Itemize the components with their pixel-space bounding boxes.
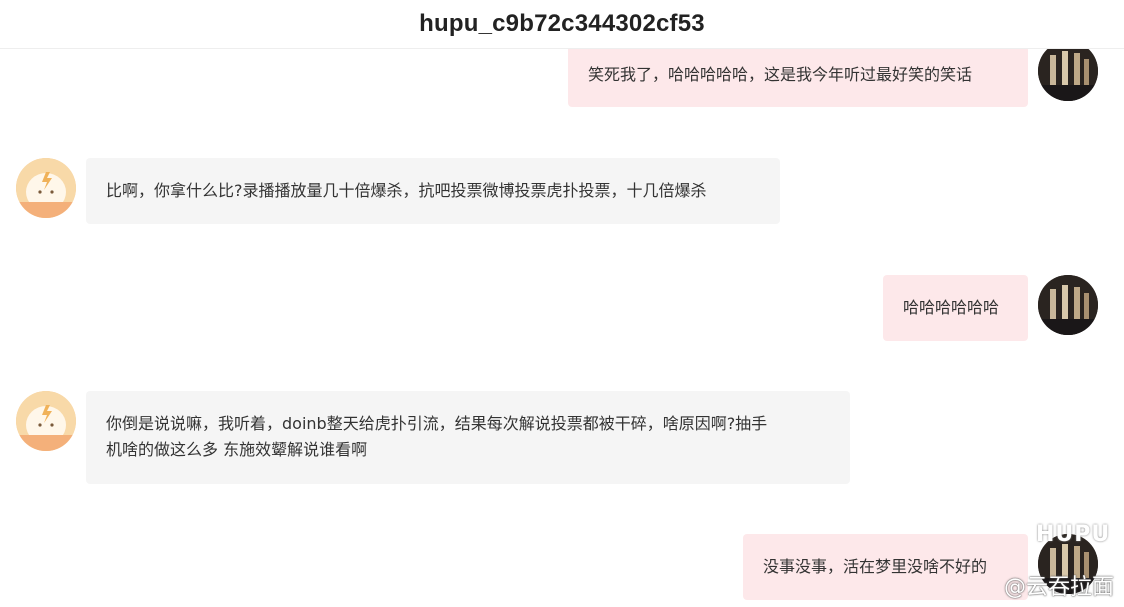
message-bubble-self: 笑死我了，哈哈哈哈哈，这是我今年听过最好笑的笑话	[568, 40, 1028, 107]
author-watermark: @云吞拉面	[1003, 575, 1114, 600]
user-avatar[interactable]	[1038, 41, 1098, 101]
message-text: 比啊，你拿什么比?录播播放量几十倍爆杀，抗吧投票微博投票虎扑投票，十几倍爆杀	[106, 181, 707, 200]
user-avatar[interactable]	[1038, 275, 1098, 335]
contact-avatar-image	[16, 391, 76, 451]
message-text: 笑死我了，哈哈哈哈哈，这是我今年听过最好笑的笑话	[588, 65, 973, 84]
contact-avatar-image	[16, 158, 76, 218]
message-bubble-self: 没事没事，活在梦里没啥不好的	[743, 534, 1028, 600]
chat-title: hupu_c9b72c344302cf53	[419, 10, 705, 37]
chat-header: hupu_c9b72c344302cf53	[0, 0, 1124, 49]
contact-avatar[interactable]	[16, 158, 76, 218]
message-bubble-other: 比啊，你拿什么比?录播播放量几十倍爆杀，抗吧投票微博投票虎扑投票，十几倍爆杀	[86, 158, 780, 224]
user-avatar-image	[1038, 275, 1098, 335]
message-bubble-other: 你倒是说说嘛，我听着，doinb整天给虎扑引流，结果每次解说投票都被干碎，啥原因…	[86, 391, 850, 484]
message-text: 没事没事，活在梦里没啥不好的	[763, 557, 988, 576]
user-avatar-image	[1038, 41, 1098, 101]
contact-avatar[interactable]	[16, 391, 76, 451]
message-text-line: 机啥的做这么多 东施效颦解说谁看啊	[106, 440, 368, 459]
message-text: 哈哈哈哈哈哈	[903, 298, 1000, 317]
message-bubble-self: 哈哈哈哈哈哈	[883, 275, 1028, 341]
message-text-line: 你倒是说说嘛，我听着，doinb整天给虎扑引流，结果每次解说投票都被干碎，啥原因…	[106, 414, 768, 433]
hupu-watermark: HUPU	[1036, 522, 1111, 547]
